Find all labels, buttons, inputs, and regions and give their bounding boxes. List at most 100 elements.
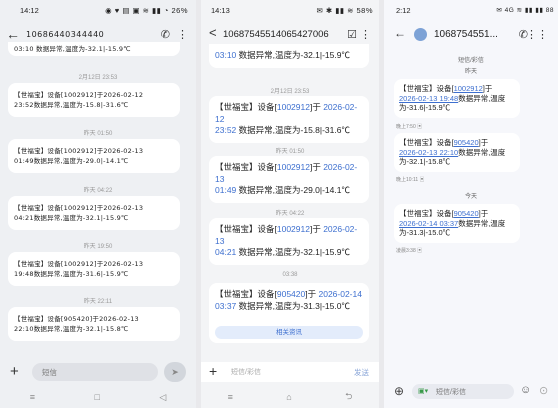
add-attachment-icon[interactable]: ⊕ (394, 384, 404, 398)
message-timestamp: 昨天 22:11 (83, 299, 113, 305)
sim-select-icon[interactable]: ▣▾ (418, 387, 428, 395)
message-bubble[interactable]: 【世福宝】设备[905420]于 2026-02-14 03:37数据异常,温度… (394, 204, 520, 243)
message-input[interactable]: 短信 (32, 363, 158, 381)
add-attachment-icon[interactable]: + (10, 363, 19, 380)
home-nav-icon[interactable]: □ (94, 392, 99, 402)
message-bubble[interactable]: 【世福宝】设备[1002912]于 2026-02-13 19:48数据异常,温… (394, 79, 520, 118)
message-timestamp: 昨天 19:50 (83, 244, 113, 250)
back-arrow-icon[interactable]: ← (394, 26, 406, 40)
message-bubble[interactable]: 【世福宝】设备[1002912]于 2026-02-13 01:49 数据异常,… (209, 156, 369, 203)
message-text: 【世福宝】设备[ (215, 102, 277, 112)
menu-nav-icon[interactable]: ≡ (228, 392, 233, 402)
device-id-link[interactable]: 1002912 (277, 224, 310, 234)
add-attachment-icon[interactable]: + (209, 363, 217, 379)
message-text: 【世福宝】设备[ (399, 138, 454, 147)
more-options-icon[interactable]: ⋮⋮ (526, 28, 548, 41)
emoji-icon[interactable]: ☺ (520, 384, 531, 396)
device-id-link[interactable]: 905420 (454, 138, 479, 147)
sender-number: 10687545514065427006 (223, 29, 329, 40)
contact-avatar (414, 28, 427, 41)
message-bubble[interactable]: 【世福宝】设备[1002912]于2026-02-13 04:21数据异常,温度… (8, 196, 180, 230)
message-bubble[interactable]: 【世福宝】设备[905420]于2026-02-13 22:10数据异常,温度为… (8, 307, 180, 341)
message-bubble[interactable]: 【世福宝】设备[1002912]于 2026-02-12 23:52 数据异常,… (209, 96, 369, 143)
message-bubble[interactable]: 【世福宝】设备[1002912]于2026-02-12 23:52数据异常,温度… (8, 83, 180, 117)
date-link[interactable]: 2026-02-14 (318, 289, 361, 299)
time-link[interactable]: 23:52 (215, 125, 236, 135)
status-bar: 2:12 ✉ 4G ≋ ▮▮ ▮▮ 88 (384, 0, 558, 20)
message-text: ]于 (309, 162, 324, 172)
sender-number: 10686440344440 (26, 30, 105, 39)
device-id-link[interactable]: 905420 (454, 209, 479, 218)
message-text: ]于 (478, 209, 489, 218)
message-text: ]于 (478, 138, 489, 147)
message-input-placeholder: 短信 (42, 368, 57, 377)
message-input-placeholder: 短信/彩信 (436, 389, 466, 396)
send-button[interactable]: 发送 (354, 367, 369, 378)
message-text: 【世福宝】设备[ (399, 84, 454, 93)
message-text-line: 19:48数据异常,温度为-31.6|-15.9℃ (14, 270, 129, 278)
navigation-bar: ≡ ⌂ ⮌ (201, 386, 379, 408)
menu-nav-icon[interactable]: ≡ (30, 392, 35, 402)
phone-screen-3: 2:12 ✉ 4G ≋ ▮▮ ▮▮ 88 ← 1068754551... ✆ ⋮… (384, 0, 558, 408)
message-time-link[interactable]: 03:10 (215, 50, 236, 60)
datetime-link[interactable]: 2026-02-13 22:10 (399, 148, 458, 157)
time-link[interactable]: 03:37 (215, 301, 236, 311)
datetime-link[interactable]: 2026-02-13 19:48 (399, 94, 458, 103)
message-text-line: 04:21数据异常,温度为-32.1|-15.9℃ (14, 214, 129, 222)
message-text-line: 【世福宝】设备[905420]于2026-02-13 (14, 315, 139, 323)
day-divider: 昨天 (464, 69, 477, 75)
select-checkbox-icon[interactable]: ☑ (347, 28, 357, 41)
message-input[interactable]: ▣▾ 短信/彩信 (412, 384, 514, 399)
send-icon: ➤ (171, 367, 179, 377)
back-nav-icon[interactable]: ◁ (159, 392, 166, 403)
message-bubble[interactable]: 【世福宝】设备[1002912]于2026-02-13 01:49数据异常,温度… (8, 139, 180, 173)
device-id-link[interactable]: 1002912 (277, 102, 310, 112)
device-id-link[interactable]: 1002912 (454, 84, 483, 93)
message-meta: 晚上7:50 ▣ (396, 124, 423, 130)
back-arrow-icon[interactable]: < (209, 25, 217, 40)
compose-bar: + 短信/彩信 发送 (201, 362, 379, 382)
message-bubble[interactable]: 【世福宝】设备[905420]于 2026-02-14 03:37 数据异常,温… (209, 283, 369, 343)
status-time: 14:13 (211, 6, 230, 15)
datetime-link[interactable]: 2026-02-14 03:37 (399, 219, 458, 228)
back-nav-icon[interactable]: ⮌ (345, 389, 352, 405)
compose-bar: ⊕ ▣▾ 短信/彩信 ☺ ⊙ (384, 384, 558, 402)
message-text-line: 【世福宝】设备[1002912]于2026-02-13 (14, 204, 144, 212)
message-input[interactable]: 短信/彩信 (231, 367, 261, 377)
message-text-line: 01:49数据异常,温度为-29.0|-14.1℃ (14, 157, 129, 165)
conversation-type-label: 短信/彩信 (458, 58, 484, 64)
message-bubble[interactable]: 【世福宝】设备[1002912]于 2026-02-13 04:21 数据异常,… (209, 218, 369, 265)
time-link[interactable]: 01:49 (215, 185, 236, 195)
message-timestamp: 昨天 01:50 (275, 149, 305, 155)
message-text: ]于 (482, 84, 493, 93)
related-info-label: 相关资讯 (276, 329, 302, 336)
message-text: 数据异常,温度为-31.3|-15.0℃ (236, 300, 350, 311)
message-bubble[interactable]: 【世福宝】设备[1002912]于2026-02-13 19:48数据异常,温度… (8, 252, 180, 286)
message-timestamp: 2月12日 23:53 (78, 75, 118, 81)
status-icons: ✉ 4G ≋ ▮▮ ▮▮ 88 (496, 7, 554, 14)
back-arrow-icon[interactable]: ← (6, 26, 20, 42)
message-bubble-partial[interactable]: 03:10 数据异常,温度为-32.1|-15.9℃ (8, 42, 180, 56)
phone-call-icon[interactable]: ✆ (161, 28, 170, 41)
send-icon[interactable]: ⊙ (539, 384, 548, 397)
message-timestamp: 2月12日 23:53 (270, 89, 310, 95)
message-text: 数据异常,温度为-32.1|-15.9℃ (236, 247, 350, 257)
status-icons: ◉ ♥ ▤ ▣ ≋ ▮▮ ◔ 26% (105, 6, 188, 15)
send-button[interactable]: ➤ (164, 362, 186, 382)
related-info-button[interactable]: 相关资讯 (215, 326, 363, 339)
message-bubble[interactable]: 【世福宝】设备[905420]于 2026-02-13 22:10数据异常,温度… (394, 133, 520, 172)
message-text-line: 【世福宝】设备[1002912]于2026-02-13 (14, 147, 144, 155)
time-link[interactable]: 04:21 (215, 247, 236, 257)
status-icons: ✉ ✱ ▮▮ ≋ 58% (316, 6, 373, 15)
sender-number: 1068754551... (434, 29, 498, 40)
device-id-link[interactable]: 1002912 (277, 162, 310, 172)
day-divider: 今天 (464, 194, 477, 200)
message-bubble-partial[interactable]: 03:10 数据异常,温度为-32.1|-15.9℃ (209, 44, 369, 68)
more-options-icon[interactable]: ⋮ (177, 28, 188, 41)
status-time: 2:12 (396, 6, 411, 15)
home-nav-icon[interactable]: ⌂ (286, 392, 291, 402)
more-options-icon[interactable]: ⋮ (360, 28, 371, 41)
status-time: 14:12 (20, 6, 39, 15)
message-text: 【世福宝】设备[ (399, 209, 454, 218)
device-id-link[interactable]: 905420 (277, 289, 305, 299)
